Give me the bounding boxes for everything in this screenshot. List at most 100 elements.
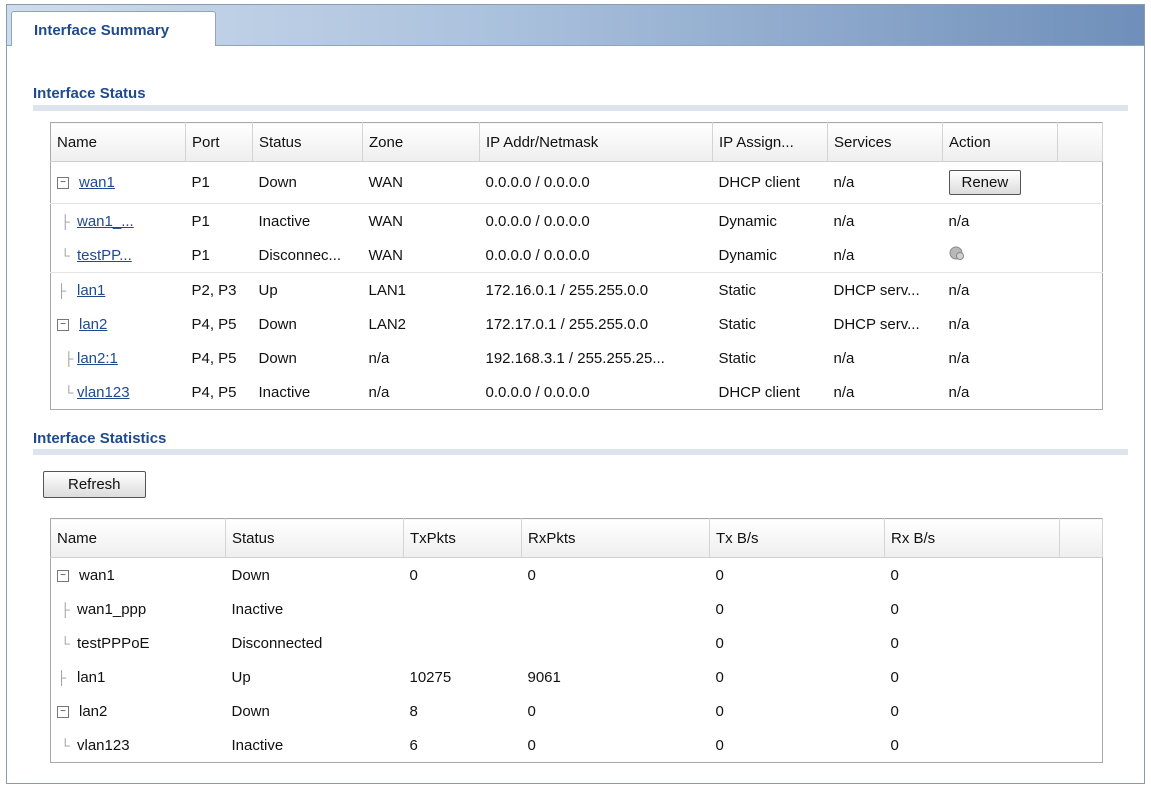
interface-link[interactable]: wan1: [79, 174, 115, 191]
rxbs-cell: 0: [890, 600, 899, 618]
column-header-ip-assign[interactable]: IP Assign...: [712, 122, 828, 162]
interface-link[interactable]: lan1: [77, 282, 105, 299]
assign-cell: DHCP client: [718, 174, 800, 191]
column-header-filler: [1059, 518, 1103, 558]
connect-icon[interactable]: [949, 245, 965, 261]
txbs-cell: 0: [715, 736, 724, 754]
collapse-icon[interactable]: −: [57, 318, 69, 331]
collapse-icon[interactable]: −: [57, 569, 69, 582]
table-row: ├ lan1 P2, P3 Up LAN1 172.16.0.1 / 255.25…: [50, 272, 1103, 307]
rxpkts-cell: 0: [527, 702, 536, 720]
zone-cell: n/a: [368, 383, 390, 401]
zone-cell: LAN1: [362, 272, 480, 307]
port-cell: P1: [191, 174, 210, 191]
column-header-rxpkts[interactable]: RxPkts: [521, 518, 710, 558]
rxpkts-cell: 0: [527, 736, 536, 754]
tree-line-icon: ├: [57, 213, 70, 229]
status-cell: Down: [258, 349, 297, 367]
table-row: ├ wan1_ppp Inactive 0 0: [51, 592, 1103, 626]
column-header-rxbs[interactable]: Rx B/s: [884, 518, 1060, 558]
zone-cell: WAN: [368, 246, 403, 264]
interface-link[interactable]: lan2: [79, 316, 107, 333]
action-cell: n/a: [948, 315, 970, 333]
action-cell: n/a: [948, 349, 970, 367]
txpkts-cell: 6: [409, 736, 418, 754]
port-cell: P4, P5: [191, 383, 237, 401]
txbs-cell: 0: [715, 702, 724, 720]
status-cell: Down: [231, 566, 270, 584]
tree-line-icon: ├: [57, 350, 74, 366]
rxbs-cell: 0: [890, 634, 899, 652]
column-header-status[interactable]: Status: [225, 518, 404, 558]
table-row: ├ wan1_... P1 Inactive WAN 0.0.0.0 / 0.0.…: [50, 203, 1103, 238]
port-cell: P1: [191, 246, 210, 264]
table-row: − wan1 Down 0 0 0 0: [51, 558, 1103, 593]
column-header-port[interactable]: Port: [185, 122, 253, 162]
interface-name: vlan123: [77, 736, 130, 754]
ip-cell: 172.17.0.1 / 255.255.0.0: [485, 315, 649, 333]
action-cell: n/a: [948, 383, 970, 401]
column-header-name[interactable]: Name: [50, 122, 186, 162]
column-header-ip[interactable]: IP Addr/Netmask: [479, 122, 713, 162]
interface-link[interactable]: wan1_...: [77, 213, 134, 230]
main-panel: Interface Summary Interface Status Name …: [6, 4, 1145, 784]
status-cell: Inactive: [252, 203, 363, 238]
status-cell: Disconnec...: [258, 246, 342, 264]
txbs-cell: 0: [715, 668, 724, 686]
assign-cell: Dynamic: [718, 246, 777, 264]
ip-cell: 0.0.0.0 / 0.0.0.0: [485, 383, 590, 401]
table-row: − wan1 P1 Down WAN 0.0.0.0 / 0.0.0.0 DHCP…: [51, 162, 1103, 204]
table-header-row: Name Status TxPkts RxPkts Tx B/s Rx B/s: [50, 518, 1103, 558]
status-cell: Up: [252, 272, 363, 307]
interface-name: lan2: [79, 702, 108, 720]
status-cell: Down: [231, 702, 270, 720]
status-cell: Down: [258, 174, 297, 191]
status-cell: Inactive: [258, 383, 311, 401]
interface-name: wan1_ppp: [77, 600, 147, 618]
renew-button[interactable]: Renew: [948, 170, 1022, 195]
services-cell: DHCP serv...: [827, 272, 943, 307]
zone-cell: LAN2: [368, 315, 407, 333]
port-cell: P2, P3: [185, 272, 253, 307]
column-header-txpkts[interactable]: TxPkts: [403, 518, 522, 558]
refresh-button[interactable]: Refresh: [43, 471, 146, 498]
tree-line-icon: ├: [57, 282, 67, 298]
rxbs-cell: 0: [890, 668, 899, 686]
column-header-zone[interactable]: Zone: [362, 122, 480, 162]
ip-cell: 192.168.3.1 / 255.255.25...: [485, 349, 665, 367]
txpkts-cell: [404, 592, 522, 626]
column-header-name[interactable]: Name: [50, 518, 226, 558]
interface-name: testPPPoE: [77, 634, 150, 652]
collapse-icon[interactable]: −: [57, 705, 69, 718]
column-header-txbs[interactable]: Tx B/s: [709, 518, 885, 558]
table-row: └ vlan123 Inactive 6 0 0 0: [51, 728, 1103, 763]
column-header-services[interactable]: Services: [827, 122, 943, 162]
status-cell: Inactive: [231, 736, 284, 754]
assign-cell: DHCP client: [718, 383, 800, 401]
txpkts-cell: 10275: [409, 668, 452, 686]
txpkts-cell: 0: [409, 566, 418, 584]
interface-link[interactable]: lan2:1: [77, 350, 118, 367]
tree-line-icon: └: [57, 247, 70, 263]
column-header-action[interactable]: Action: [942, 122, 1058, 162]
rxpkts-cell: 9061: [527, 668, 561, 686]
assign-cell: Static: [718, 315, 757, 333]
assign-cell: Static: [712, 272, 828, 307]
status-cell: Disconnected: [231, 634, 323, 652]
interface-link[interactable]: vlan123: [77, 384, 130, 401]
interface-link[interactable]: testPP...: [77, 247, 132, 264]
tree-line-icon: └: [57, 384, 74, 400]
assign-cell: Dynamic: [712, 203, 828, 238]
action-cell: n/a: [942, 272, 1058, 307]
port-cell: P4, P5: [191, 315, 237, 333]
section-divider: [33, 449, 1128, 455]
assign-cell: Static: [718, 349, 757, 367]
interface-name: lan1: [77, 668, 106, 686]
collapse-icon[interactable]: −: [57, 177, 69, 190]
rxpkts-cell: [522, 592, 710, 626]
column-header-status[interactable]: Status: [252, 122, 363, 162]
rxpkts-cell: 0: [527, 566, 536, 584]
tab-interface-summary[interactable]: Interface Summary: [11, 11, 216, 46]
zone-cell: WAN: [368, 174, 403, 191]
interface-status-table: Name Port Status Zone IP Addr/Netmask IP…: [50, 122, 1103, 410]
